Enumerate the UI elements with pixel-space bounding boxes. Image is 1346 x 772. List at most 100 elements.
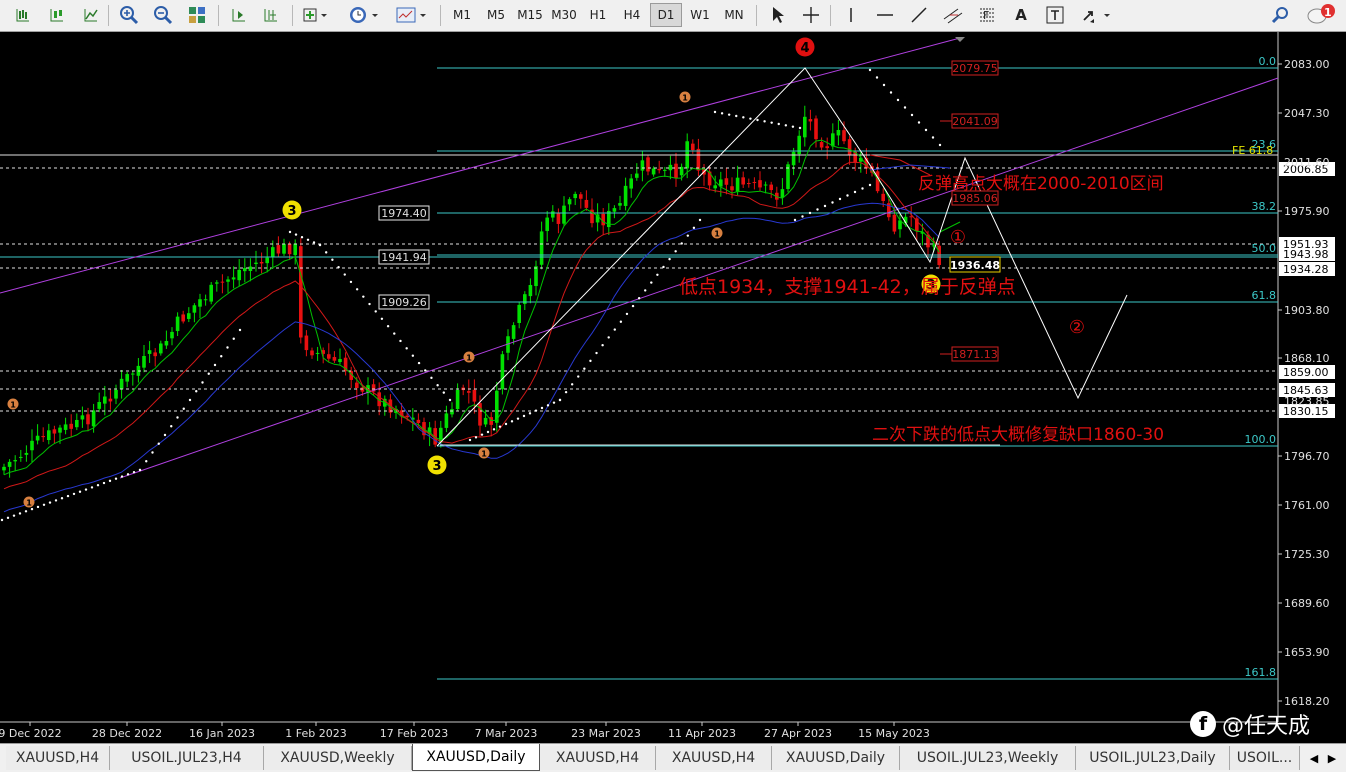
timeframe-button-m15[interactable]: M15 xyxy=(514,3,546,27)
sar-dot xyxy=(540,406,544,410)
sar-dot xyxy=(546,404,550,407)
timeframe-button-d1[interactable]: D1 xyxy=(650,3,682,27)
chart-tab-bar: XAUUSD,H4 USOIL.JUL23,H4 XAUUSD,Weekly XAUU… xyxy=(0,743,1346,772)
candle-body xyxy=(601,213,605,226)
candle-body xyxy=(187,313,191,319)
price-box-label: 1974.40 xyxy=(381,207,427,220)
tab-5[interactable]: XAUUSD,H4 xyxy=(656,746,772,770)
sar-dot xyxy=(207,372,210,375)
target-price-label: 2041.09 xyxy=(952,115,998,128)
sar-dot xyxy=(534,409,538,412)
crosshair-icon[interactable] xyxy=(798,3,824,27)
candle-body xyxy=(663,169,667,171)
candle-body xyxy=(612,208,617,212)
timeframe-button-m5[interactable]: M5 xyxy=(480,3,512,27)
candle-body xyxy=(696,148,701,171)
sar-dot xyxy=(742,116,745,119)
sar-dot xyxy=(816,208,819,211)
candle-body xyxy=(276,245,281,254)
sar-dot xyxy=(163,433,167,437)
sar-dot xyxy=(522,414,526,418)
candle-body xyxy=(13,460,17,462)
candle-body xyxy=(763,184,768,186)
sar-dot xyxy=(680,242,683,245)
bar-chart-icon[interactable] xyxy=(10,3,36,27)
sar-dot xyxy=(777,122,780,126)
tab-4[interactable]: XAUUSD,H4 xyxy=(540,746,656,770)
tile-windows-icon[interactable] xyxy=(184,3,210,27)
candle-body xyxy=(534,266,538,287)
timeframe-button-mn[interactable]: MN xyxy=(718,3,750,27)
tab-9[interactable]: USOIL... xyxy=(1230,746,1300,770)
zoom-out-icon[interactable] xyxy=(150,3,176,27)
candle-body xyxy=(556,212,561,224)
horizontal-line-icon[interactable] xyxy=(872,3,898,27)
moving-average-line xyxy=(3,139,940,476)
candle-body xyxy=(248,266,253,271)
trendline-icon[interactable] xyxy=(906,3,932,27)
timeframe-button-h4[interactable]: H4 xyxy=(616,3,648,27)
sar-dot xyxy=(713,110,717,114)
autoscroll-icon[interactable] xyxy=(226,3,252,27)
fib-level-label: 38.2 xyxy=(1252,200,1277,213)
arrows-icon[interactable] xyxy=(1078,3,1114,27)
tab-2[interactable]: XAUUSD,Weekly xyxy=(264,746,412,770)
vertical-line-icon[interactable] xyxy=(838,3,864,27)
chart-shift-icon[interactable] xyxy=(258,3,284,27)
channel-icon[interactable] xyxy=(940,3,966,27)
cursor-icon[interactable] xyxy=(764,3,790,27)
fibonacci-icon[interactable]: F xyxy=(974,3,1000,27)
tab-3[interactable]: XAUUSD,Daily xyxy=(412,744,540,771)
tab-7[interactable]: USOIL.JUL23,Weekly xyxy=(900,746,1076,770)
price-box-label: 1941.94 xyxy=(381,251,427,264)
sar-dot xyxy=(6,516,10,520)
candle-body xyxy=(2,466,6,471)
candle-body xyxy=(231,277,236,280)
tab-0[interactable]: XAUUSD,H4 xyxy=(6,746,110,770)
sar-dot xyxy=(749,117,752,120)
templates-icon[interactable] xyxy=(394,3,430,27)
candle-body xyxy=(483,417,488,425)
notification-icon[interactable]: 1 xyxy=(1304,3,1338,27)
tab-8[interactable]: USOIL.JUL23,Daily xyxy=(1076,746,1230,770)
timeframe-button-h1[interactable]: H1 xyxy=(582,3,614,27)
periods-icon[interactable] xyxy=(346,3,382,27)
price-scale-label: 1618.20 xyxy=(1284,695,1330,708)
sar-dot xyxy=(896,98,900,102)
text-label-icon[interactable] xyxy=(1042,3,1068,27)
sar-dot xyxy=(201,381,204,384)
text-icon[interactable]: A xyxy=(1008,3,1034,27)
add-indicator-icon[interactable] xyxy=(300,3,330,27)
sar-dot xyxy=(552,401,556,404)
line-chart-icon[interactable] xyxy=(78,3,104,27)
zoom-in-icon[interactable] xyxy=(116,3,142,27)
price-chart[interactable]: 0.023.638.250.061.8100.0161.8FE 61.81974… xyxy=(0,32,1346,743)
sar-dot xyxy=(294,233,298,236)
tab-6[interactable]: XAUUSD,Daily xyxy=(772,746,900,770)
candlestick-icon[interactable] xyxy=(44,3,70,27)
timeframe-button-w1[interactable]: W1 xyxy=(684,3,716,27)
tab-scroll-right-icon[interactable]: ▶ xyxy=(1324,748,1340,768)
candle-body xyxy=(444,413,449,428)
fe-label: FE 61.8 xyxy=(1232,144,1273,157)
search-icon[interactable] xyxy=(1268,3,1294,27)
tab-1[interactable]: USOIL.JUL23,H4 xyxy=(110,746,264,770)
sar-dot xyxy=(405,347,408,350)
timeframe-button-m1[interactable]: M1 xyxy=(446,3,478,27)
candle-body xyxy=(299,246,303,338)
candle-body xyxy=(635,173,639,178)
wave-1-marker-label: 1 xyxy=(466,354,472,363)
sar-dot xyxy=(770,121,773,124)
tab-scroll-left-icon[interactable]: ◀ xyxy=(1306,748,1322,768)
timeframe-button-m30[interactable]: M30 xyxy=(548,3,580,27)
candle-body xyxy=(573,193,577,199)
sar-dot xyxy=(656,273,659,276)
fib-level-label: 100.0 xyxy=(1245,433,1277,446)
candle-body xyxy=(159,343,163,354)
candle-body xyxy=(730,186,734,191)
sar-dot xyxy=(889,91,893,94)
sar-dot xyxy=(727,113,731,116)
candle-body xyxy=(539,231,544,265)
sar-dot xyxy=(631,304,635,308)
sar-dot xyxy=(637,297,641,300)
